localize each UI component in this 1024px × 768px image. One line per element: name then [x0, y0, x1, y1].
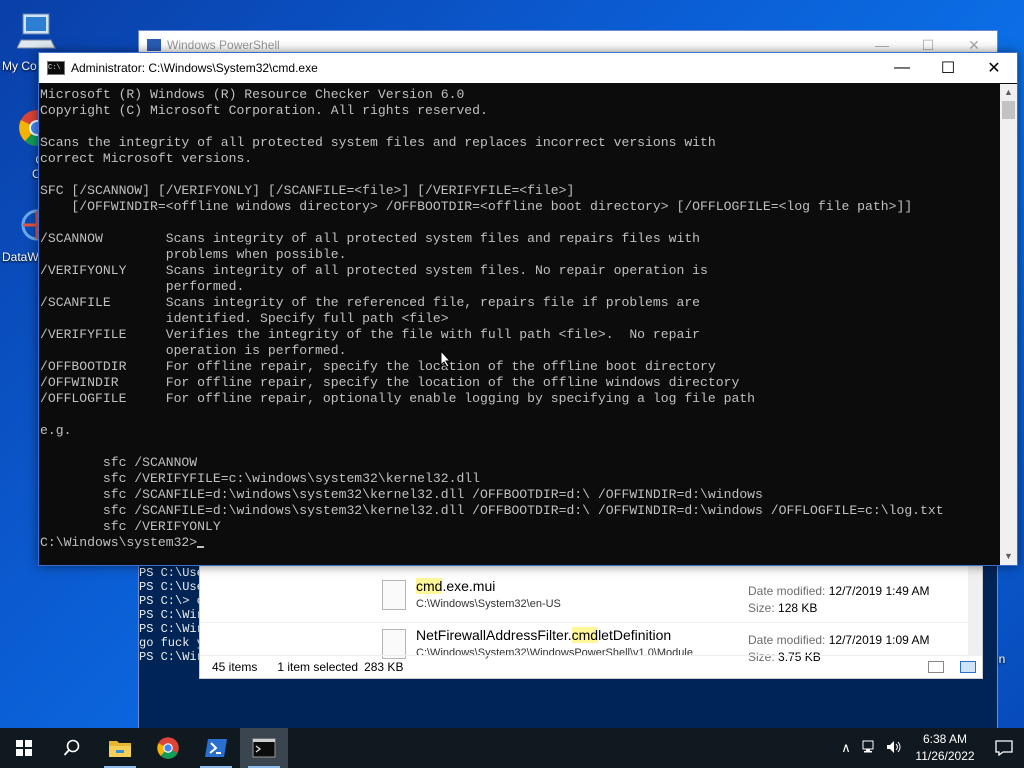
minimize-button[interactable]: — [879, 53, 925, 83]
cmd-icon [252, 738, 276, 758]
clock-date: 11/26/2022 [915, 749, 975, 763]
result-date: Date modified: 12/7/2019 1:49 AM [748, 584, 930, 598]
chrome-icon [157, 737, 179, 759]
notification-center-button[interactable] [984, 728, 1024, 768]
minimize-button[interactable]: — [859, 37, 905, 54]
taskbar-chrome[interactable] [144, 728, 192, 768]
system-tray: ∧ 6:38 AM 11/26/2022 [834, 728, 1024, 768]
console-line: PS C:\> c [139, 594, 204, 608]
maximize-button[interactable]: ☐ [905, 37, 951, 54]
console-output: Microsoft (R) Windows (R) Resource Check… [39, 84, 1000, 551]
details-view-icon[interactable] [928, 661, 944, 673]
cmd-icon: C:\ [47, 61, 65, 75]
cmd-title: Administrator: C:\Windows\System32\cmd.e… [71, 61, 318, 75]
taskbar-powershell[interactable] [192, 728, 240, 768]
close-button[interactable]: ✕ [971, 53, 1017, 83]
console-line: PS C:\Wir [139, 622, 204, 636]
result-path: C:\Windows\System32\en-US [416, 598, 561, 610]
search-button[interactable] [48, 728, 96, 768]
powershell-icon [205, 739, 227, 757]
taskbar-cmd[interactable] [240, 728, 288, 768]
scrollbar-thumb[interactable] [1002, 101, 1015, 119]
explorer-status-bar: 45 items 1 item selected 283 KB [200, 655, 982, 678]
search-result-row[interactable]: cmd.exe.mui C:\Windows\System32\en-US Da… [200, 574, 970, 620]
vertical-scrollbar[interactable]: ▲ ▼ [1000, 84, 1017, 565]
close-button[interactable]: ✕ [951, 37, 997, 54]
console-line: PS C:\Use [139, 566, 204, 580]
result-date: Date modified: 12/7/2019 1:09 AM [748, 633, 930, 647]
maximize-button[interactable]: ☐ [925, 53, 971, 83]
clock-time: 6:38 AM [922, 732, 968, 746]
selected-size: 283 KB [364, 660, 404, 674]
result-filename: cmd.exe.mui [416, 578, 496, 594]
file-explorer-window[interactable]: cmd.exe.mui C:\Windows\System32\en-US Da… [199, 563, 983, 679]
scroll-up-arrow-icon[interactable]: ▲ [1000, 84, 1017, 101]
command-prompt: C:\Windows\system32> [40, 535, 198, 550]
console-line: PS C:\Wir [139, 608, 204, 622]
taskbar-file-explorer[interactable] [96, 728, 144, 768]
mouse-pointer-icon [440, 350, 452, 368]
taskbar: ∧ 6:38 AM 11/26/2022 [0, 728, 1024, 768]
scroll-down-arrow-icon[interactable]: ▼ [1000, 548, 1017, 565]
result-size: Size: 128 KB [748, 601, 818, 615]
search-icon [63, 739, 80, 756]
clock[interactable]: 6:38 AM 11/26/2022 [906, 731, 984, 765]
console-line: PS C:\Use [139, 580, 204, 594]
computer-icon [16, 13, 56, 49]
powershell-icon [147, 39, 161, 51]
file-icon [382, 580, 406, 610]
file-explorer-icon [109, 741, 131, 757]
windows-logo-icon [16, 740, 32, 756]
explorer-scrollbar[interactable] [968, 564, 982, 656]
console-line: PS C:\Wir [139, 650, 204, 664]
selected-count: 1 item selected [277, 660, 359, 674]
powershell-title: Windows PowerShell [167, 38, 280, 52]
cmd-titlebar[interactable]: C:\ Administrator: C:\Windows\System32\c… [39, 53, 1017, 83]
volume-icon[interactable] [882, 740, 906, 757]
notification-icon [995, 740, 1013, 756]
console-area[interactable]: Microsoft (R) Windows (R) Resource Check… [39, 84, 1000, 565]
console-line: go fuck y [139, 636, 204, 650]
sfc-help-text: Microsoft (R) Windows (R) Resource Check… [40, 87, 944, 534]
large-icons-view-icon[interactable] [960, 661, 976, 673]
text-cursor [197, 546, 205, 548]
cmd-window[interactable]: C:\ Administrator: C:\Windows\System32\c… [38, 52, 1018, 566]
item-count: 45 items [212, 660, 258, 674]
start-button[interactable] [0, 728, 48, 768]
network-icon[interactable] [858, 740, 882, 757]
show-hidden-icons-chevron-icon[interactable]: ∧ [834, 740, 858, 756]
powershell-console: PS C:\Use PS C:\Use PS C:\> c PS C:\Wir … [139, 566, 204, 664]
result-filename: NetFirewallAddressFilter.cmdletDefinitio… [416, 627, 672, 643]
